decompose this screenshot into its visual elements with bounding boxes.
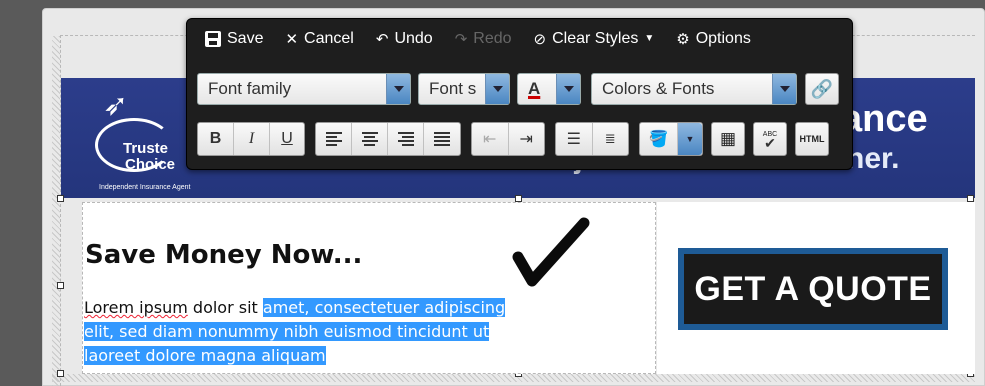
- paragraph-text: dolor sit: [187, 298, 263, 317]
- colors-fonts-select[interactable]: Colors & Fonts: [591, 73, 797, 105]
- align-right-icon: [397, 132, 414, 146]
- table-icon: ▦: [719, 129, 737, 148]
- link-button[interactable]: 🔗: [805, 73, 839, 105]
- bullet-list-button[interactable]: ☰: [556, 123, 593, 155]
- undo-button[interactable]: ↶ Undo: [376, 30, 433, 48]
- numbered-list-icon: ≣: [604, 131, 616, 146]
- no-style-icon: ⊘: [533, 30, 547, 48]
- align-right-button[interactable]: [388, 123, 424, 155]
- redo-label: Redo: [473, 30, 512, 47]
- get-a-quote-label: GET A QUOTE: [684, 254, 942, 324]
- selected-text[interactable]: elit, sed diam nonummy nibh euismod tinc…: [84, 322, 490, 341]
- chevron-down-icon: [772, 74, 796, 104]
- gear-icon: ⚙: [676, 30, 690, 48]
- caret-down-icon: ▼: [644, 33, 655, 44]
- paint-bucket-icon: 🪣: [648, 131, 669, 148]
- clear-styles-button[interactable]: ⊘ Clear Styles ▼: [534, 30, 655, 48]
- list-group: ☰ ≣: [555, 122, 629, 156]
- font-size-value: Font s: [429, 79, 477, 98]
- font-family-value: Font family: [208, 79, 292, 98]
- chevron-down-icon: [485, 74, 509, 104]
- html-source-button[interactable]: HTML: [795, 122, 829, 156]
- numbered-list-button[interactable]: ≣: [593, 123, 629, 155]
- outdent-icon: ⇤: [483, 131, 497, 148]
- logo-subtitle: Independent Insurance Agent: [99, 184, 191, 191]
- align-left-button[interactable]: [316, 123, 352, 155]
- selection-hatch-left: [52, 36, 60, 386]
- clear-styles-label: Clear Styles: [552, 30, 639, 47]
- justify-button[interactable]: [424, 123, 460, 155]
- spellcheck-button[interactable]: ABC ✔: [753, 122, 787, 156]
- redo-icon: ↷: [454, 30, 468, 48]
- logo-text-line1: Truste: [123, 140, 169, 157]
- resize-handle[interactable]: [57, 195, 64, 202]
- align-left-icon: [325, 132, 342, 146]
- redo-button[interactable]: ↷ Redo: [455, 30, 512, 48]
- selected-text[interactable]: amet, consectetuer adipiscing: [262, 298, 506, 317]
- indent-icon: ⇥: [519, 131, 533, 148]
- toolbar-action-row: Save ✕ Cancel ↶ Undo ↷ Redo ⊘ Clear Styl…: [205, 19, 751, 59]
- indent-button[interactable]: ⇥: [509, 123, 545, 155]
- chevron-down-icon: [386, 74, 410, 104]
- highlight-color-button[interactable]: 🪣: [640, 123, 678, 155]
- resize-handle[interactable]: [515, 195, 522, 202]
- resize-handle[interactable]: [57, 282, 64, 289]
- underline-button[interactable]: U: [270, 123, 304, 155]
- content-heading[interactable]: Save Money Now...: [85, 240, 362, 270]
- colors-fonts-value: Colors & Fonts: [602, 79, 715, 98]
- selection-hatch-bottom: [52, 374, 975, 382]
- rich-text-toolbar: Save ✕ Cancel ↶ Undo ↷ Redo ⊘ Clear Styl…: [186, 18, 853, 170]
- text-style-group: B I U: [197, 122, 305, 156]
- font-color-icon: A: [528, 79, 541, 98]
- save-label: Save: [227, 30, 264, 47]
- chevron-down-icon: ▼: [685, 134, 695, 144]
- undo-label: Undo: [394, 30, 433, 47]
- undo-icon: ↶: [375, 30, 389, 48]
- justify-icon: [434, 132, 450, 146]
- outdent-button[interactable]: ⇤: [472, 123, 509, 155]
- logo-text-line2: Choice: [125, 156, 176, 173]
- banner-headline: ance: [841, 98, 928, 140]
- cancel-label: Cancel: [304, 30, 354, 47]
- options-button[interactable]: ⚙ Options: [676, 30, 751, 48]
- alignment-group: [315, 122, 461, 156]
- chevron-down-icon: [556, 74, 580, 104]
- resize-handle[interactable]: [57, 370, 64, 377]
- highlight-group: 🪣 ▼: [639, 122, 703, 156]
- save-button[interactable]: Save: [205, 30, 263, 48]
- italic-button[interactable]: I: [234, 123, 270, 155]
- save-icon: [205, 31, 221, 47]
- bold-button[interactable]: B: [198, 123, 234, 155]
- insert-table-button[interactable]: ▦: [711, 122, 745, 156]
- resize-handle[interactable]: [967, 195, 974, 202]
- indent-group: ⇤ ⇥: [471, 122, 545, 156]
- font-size-select[interactable]: Font s: [418, 73, 510, 105]
- close-icon: ✕: [285, 30, 299, 48]
- content-paragraph[interactable]: Lorem ipsum dolor sit amet, consectetuer…: [84, 296, 619, 368]
- link-icon: 🔗: [810, 78, 834, 99]
- bullet-list-icon: ☰: [566, 131, 581, 148]
- get-a-quote-button[interactable]: GET A QUOTE: [678, 248, 948, 330]
- cancel-button[interactable]: ✕ Cancel: [285, 30, 353, 48]
- font-family-select[interactable]: Font family: [197, 73, 411, 105]
- align-center-button[interactable]: [352, 123, 388, 155]
- align-center-icon: [361, 132, 378, 146]
- font-color-select[interactable]: A: [517, 73, 581, 105]
- options-label: Options: [695, 30, 751, 47]
- checkmark-annotation: [512, 217, 590, 287]
- selected-text[interactable]: laoreet dolore magna aliquam: [84, 346, 326, 365]
- highlight-dropdown[interactable]: ▼: [678, 123, 702, 155]
- check-icon: ✔: [764, 135, 776, 151]
- misspelled-word[interactable]: Lorem ipsum: [84, 298, 188, 317]
